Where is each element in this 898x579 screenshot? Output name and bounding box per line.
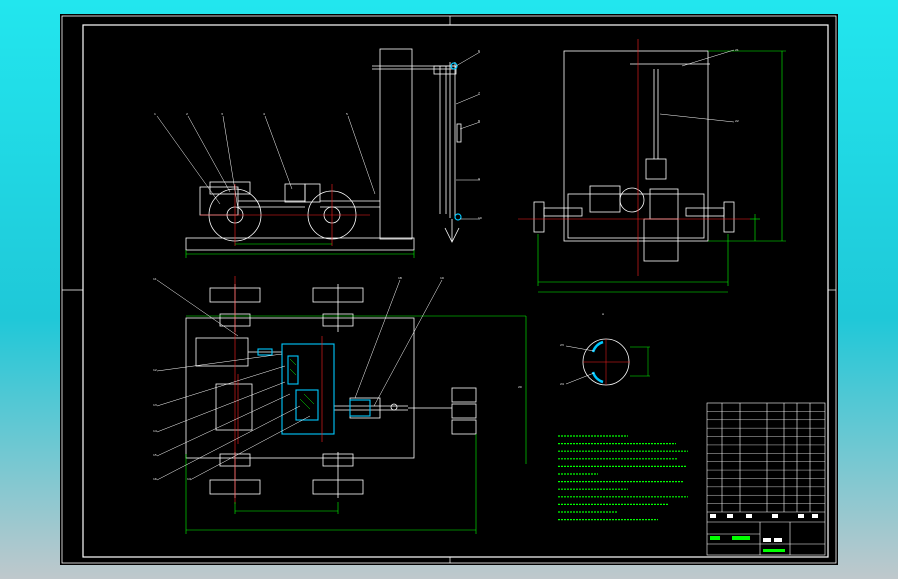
svg-text:16: 16	[153, 477, 157, 481]
svg-text:12: 12	[153, 368, 157, 372]
end-view	[533, 50, 735, 262]
hanger-cyan	[450, 62, 462, 221]
svg-text:5: 5	[346, 112, 348, 116]
svg-text:10: 10	[478, 216, 482, 220]
svg-text:21: 21	[735, 48, 739, 52]
detail-balloons: 23 24	[560, 343, 564, 386]
technical-requirements	[558, 435, 688, 521]
svg-text:9: 9	[478, 177, 480, 181]
svg-text:15: 15	[153, 453, 157, 457]
title-block-marks	[710, 514, 818, 542]
end-balloons: 21 22	[735, 48, 739, 123]
side-view-leaders	[156, 115, 376, 210]
svg-text:20: 20	[518, 385, 522, 389]
svg-text:14: 14	[153, 429, 157, 433]
svg-text:18: 18	[398, 276, 402, 280]
plan-view-leaders	[156, 279, 443, 481]
side-view	[185, 48, 457, 251]
svg-text:6: 6	[478, 49, 480, 53]
side-view-dims	[185, 243, 415, 258]
end-view-centerlines	[518, 39, 750, 276]
detail-view	[565, 338, 650, 386]
svg-text:17: 17	[187, 477, 191, 481]
hanger-leaders	[455, 51, 481, 220]
svg-text:7: 7	[478, 91, 480, 95]
side-balloons: 1 2 3 4 5 6 7 8 9 10	[154, 49, 482, 220]
plan-view-section	[257, 343, 371, 435]
svg-text:11: 11	[153, 277, 157, 281]
outer-frame	[61, 15, 837, 564]
svg-text:2: 2	[186, 112, 188, 116]
view-label-a: A	[602, 312, 605, 316]
plan-view-dims	[185, 315, 527, 534]
svg-text:4: 4	[263, 112, 265, 116]
svg-text:23: 23	[560, 343, 564, 347]
end-view-leaders	[659, 49, 735, 123]
svg-text:1: 1	[154, 112, 156, 116]
svg-text:13: 13	[153, 403, 157, 407]
zone-ticks	[62, 16, 836, 563]
svg-text:24: 24	[560, 382, 564, 386]
engineering-drawing: A 1 2 3 4 5 6 7 8 9 10 11 12 13 14 15 16…	[61, 15, 837, 564]
svg-text:8: 8	[478, 119, 480, 123]
title-block-rows	[707, 411, 825, 504]
cad-viewport[interactable]: A 1 2 3 4 5 6 7 8 9 10 11 12 13 14 15 16…	[60, 14, 838, 565]
svg-text:22: 22	[735, 119, 739, 123]
plan-balloons: 11 12 13 14 15 16 17 18 19 20	[153, 276, 522, 481]
hanger-assembly	[444, 62, 462, 243]
svg-text:3: 3	[221, 112, 223, 116]
svg-text:19: 19	[440, 276, 444, 280]
end-view-dims	[537, 50, 786, 293]
title-block	[706, 402, 826, 556]
